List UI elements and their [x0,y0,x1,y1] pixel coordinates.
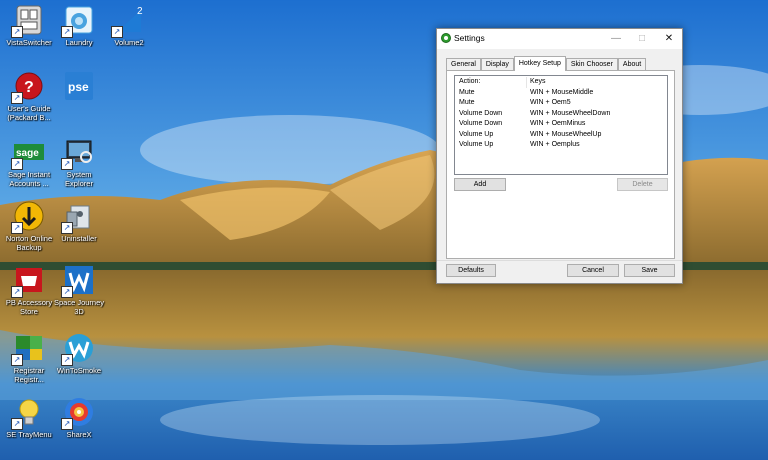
volume2-icon: 2 ↗ [111,4,145,38]
laundry-icon: ↗ [61,4,95,38]
row-action: Volume Up [459,130,494,138]
row-action: Volume Down [459,109,503,117]
cancel-button[interactable]: Cancel [567,264,619,277]
column-header-keys[interactable]: Keys [526,77,667,88]
svg-text:2: 2 [137,6,143,17]
pb-store-icon: ↗ [11,264,45,298]
icon-label: User's Guide (Packard B... [7,104,51,122]
sage-icon: sage ↗ [11,136,45,170]
row-keys: WIN + Oem5 [530,99,571,106]
row-keys: WIN + OemMinus [530,120,586,127]
icon-label: Uninstaller [61,234,97,243]
desktop-icon-space-journey[interactable]: ↗ Space Journey 3D [50,264,108,316]
column-header-action[interactable]: Action: [455,77,526,88]
title-bar[interactable]: Settings — □ ✕ [437,29,682,49]
icon-label: System Explorer [65,170,93,188]
list-item[interactable]: Volume Up WIN + MouseWheelUp [455,130,667,141]
system-explorer-icon: ↗ [61,136,95,170]
row-keys: WIN + MouseMiddle [530,88,594,96]
maximize-button[interactable]: □ [629,29,655,49]
icon-label: Volume2 [114,38,144,47]
row-keys: WIN + MouseWheelDown [530,109,611,117]
space-journey-icon: ↗ [61,264,95,298]
hotkey-list[interactable]: Action: Keys Mute WIN + MouseMiddle Mute… [454,75,668,175]
row-action: Mute [459,88,475,96]
desktop-icon-uninstaller[interactable]: ↗ Uninstaller [50,200,108,243]
row-keys: WIN + Oemplus [530,141,580,148]
desktop-icon-wintosmoke[interactable]: ↗ WinToSmoke [50,332,108,375]
defaults-button[interactable]: Defaults [446,264,496,277]
list-item[interactable]: Mute WIN + Oem5 [455,98,667,109]
row-keys: WIN + MouseWheelUp [530,130,602,138]
hotkey-setup-panel: Action: Keys Mute WIN + MouseMiddle Mute… [446,70,675,259]
row-action: Mute [459,99,475,106]
delete-button[interactable]: Delete [617,178,668,191]
uninstaller-icon: ↗ [61,200,95,234]
norton-icon: ↗ [11,200,45,234]
tab-strip: General Display Hotkey Setup Skin Choose… [446,56,647,71]
icon-label: ShareX [66,430,92,439]
registrar-icon: ↗ [11,332,45,366]
desktop-icon-system-explorer[interactable]: ↗ System Explorer [50,136,108,188]
icon-label: Space Journey 3D [53,298,105,316]
tray-menu-icon: ↗ [11,396,45,430]
minimize-button[interactable]: — [603,29,629,49]
add-button[interactable]: Add [454,178,506,191]
list-item[interactable]: Volume Up WIN + Oemplus [455,140,667,151]
wintosmoke-icon: ↗ [61,332,95,366]
list-item[interactable]: Mute WIN + MouseMiddle [455,88,667,99]
row-action: Volume Up [459,141,494,148]
users-guide-icon: ? ↗ [11,70,45,104]
divider [437,260,682,261]
list-header: Action: Keys [455,77,667,88]
desktop-icon-sharex[interactable]: ↗ ShareX [50,396,108,439]
settings-window[interactable]: Settings — □ ✕ General Display Hotkey Se… [436,28,683,284]
desktop-icon-volume2[interactable]: 2 ↗ Volume2 [100,4,158,47]
icon-label: WinToSmoke [56,366,102,375]
save-button[interactable]: Save [624,264,675,277]
list-item[interactable]: Volume Down WIN + OemMinus [455,119,667,130]
svg-text:?: ? [24,79,34,96]
desktop-icon-pse[interactable]: pse [50,70,108,104]
window-title: Settings [454,33,485,43]
pse-icon: pse [63,70,95,102]
tab-hotkey-setup[interactable]: Hotkey Setup [513,56,566,71]
vistaswitcher-icon: ↗ [11,4,45,38]
svg-text:pse: pse [68,80,89,94]
row-action: Volume Down [459,120,503,127]
app-icon [441,33,451,43]
list-item[interactable]: Volume Down WIN + MouseWheelDown [455,109,667,120]
close-button[interactable]: ✕ [656,29,682,49]
sharex-icon: ↗ [61,396,95,430]
